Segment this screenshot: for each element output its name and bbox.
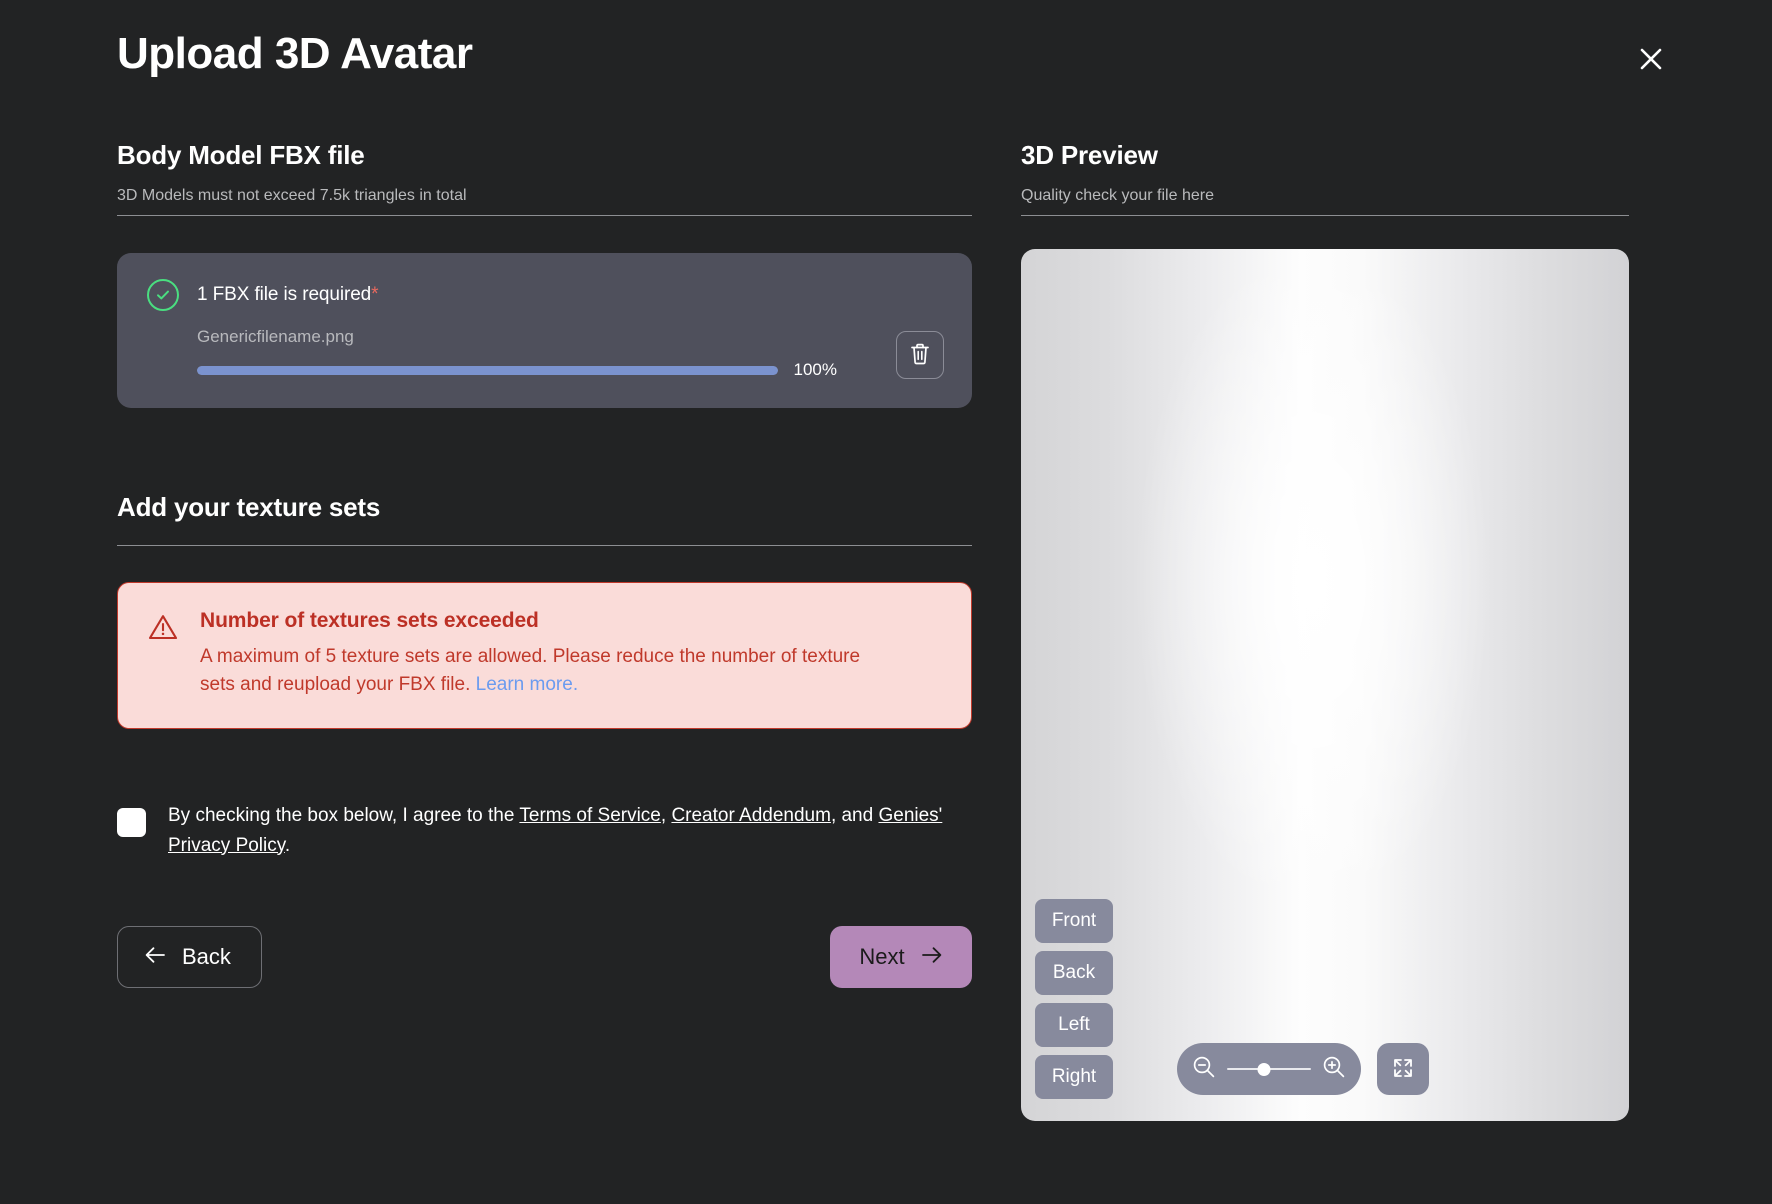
learn-more-link[interactable]: Learn more. <box>476 674 578 695</box>
view-angle-buttons: Front Back Left Right <box>1035 899 1113 1099</box>
fbx-requirement-row: 1 FBX file is required* <box>147 279 942 311</box>
back-button-label: Back <box>182 943 231 969</box>
close-button[interactable] <box>1630 38 1672 80</box>
terms-separator-2: , and <box>830 805 879 827</box>
divider <box>117 545 972 546</box>
view-right-button[interactable]: Right <box>1035 1055 1113 1099</box>
preview-viewport[interactable]: Front Back Left Right <box>1021 249 1629 1121</box>
divider <box>117 215 972 216</box>
page-title: Upload 3D Avatar <box>117 29 473 78</box>
zoom-in-icon[interactable] <box>1321 1054 1347 1085</box>
fbx-requirement-label: 1 FBX file is required* <box>197 284 379 305</box>
terms-prefix: By checking the box below, I agree to th… <box>168 805 520 827</box>
required-asterisk: * <box>371 284 379 305</box>
arrow-right-icon <box>921 944 943 970</box>
terms-of-service-link[interactable]: Terms of Service <box>519 805 660 826</box>
alert-title: Number of textures sets exceeded <box>200 609 539 632</box>
close-icon <box>1637 45 1665 73</box>
texture-sets-section: Add your texture sets Number of textures… <box>117 492 972 730</box>
creator-addendum-link[interactable]: Creator Addendum <box>671 805 831 826</box>
fullscreen-icon <box>1391 1056 1415 1083</box>
view-left-button[interactable]: Left <box>1035 1003 1113 1047</box>
view-back-button[interactable]: Back <box>1035 951 1113 995</box>
trash-icon <box>909 342 931 369</box>
uploaded-file-name: Genericfilename.png <box>197 327 354 346</box>
delete-file-button[interactable] <box>896 331 944 379</box>
check-circle-icon <box>147 279 179 311</box>
fullscreen-button[interactable] <box>1377 1043 1429 1095</box>
arrow-left-icon <box>144 944 166 970</box>
fbx-file-card: 1 FBX file is required* Genericfilename.… <box>117 253 972 408</box>
zoom-control-bar <box>1177 1043 1361 1095</box>
preview-subtitle: Quality check your file here <box>1021 187 1214 204</box>
texture-sets-title: Add your texture sets <box>117 492 381 522</box>
body-model-title: Body Model FBX file <box>117 140 365 170</box>
left-panel: Body Model FBX file 3D Models must not e… <box>117 140 972 988</box>
zoom-out-icon[interactable] <box>1191 1054 1217 1085</box>
preview-title: 3D Preview <box>1021 140 1158 170</box>
terms-checkbox[interactable] <box>117 808 146 838</box>
warning-triangle-icon <box>148 609 178 698</box>
zoom-slider-thumb[interactable] <box>1257 1062 1271 1076</box>
texture-sets-error-alert: Number of textures sets exceeded A maxim… <box>117 582 972 730</box>
upload-progress-fill <box>197 365 778 375</box>
body-model-section-header: Body Model FBX file 3D Models must not e… <box>117 140 972 216</box>
upload-progress-percent: 100% <box>793 360 837 379</box>
modal-footer: Back Next <box>117 925 972 988</box>
upload-3d-avatar-modal: Upload 3D Avatar Body Model FBX file 3D … <box>0 0 1772 1204</box>
terms-suffix: . <box>284 834 291 856</box>
alert-content: Number of textures sets exceeded A maxim… <box>200 609 890 698</box>
alert-body: A maximum of 5 texture sets are allowed.… <box>200 643 890 698</box>
terms-text: By checking the box below, I agree to th… <box>168 801 968 860</box>
zoom-slider[interactable] <box>1227 1061 1311 1077</box>
divider <box>1021 215 1629 216</box>
terms-agreement-row: By checking the box below, I agree to th… <box>117 801 972 860</box>
terms-separator-1: , <box>660 805 672 827</box>
body-model-subtitle: 3D Models must not exceed 7.5k triangles… <box>117 187 467 204</box>
right-panel: 3D Preview Quality check your file here … <box>1021 140 1629 1121</box>
view-front-button[interactable]: Front <box>1035 899 1113 943</box>
preview-section-header: 3D Preview Quality check your file here <box>1021 140 1629 216</box>
next-button[interactable]: Next <box>830 925 972 988</box>
next-button-label: Next <box>859 943 905 969</box>
upload-progress-bar <box>197 365 778 375</box>
upload-progress-row: 100% <box>197 360 837 380</box>
back-button[interactable]: Back <box>117 925 262 988</box>
